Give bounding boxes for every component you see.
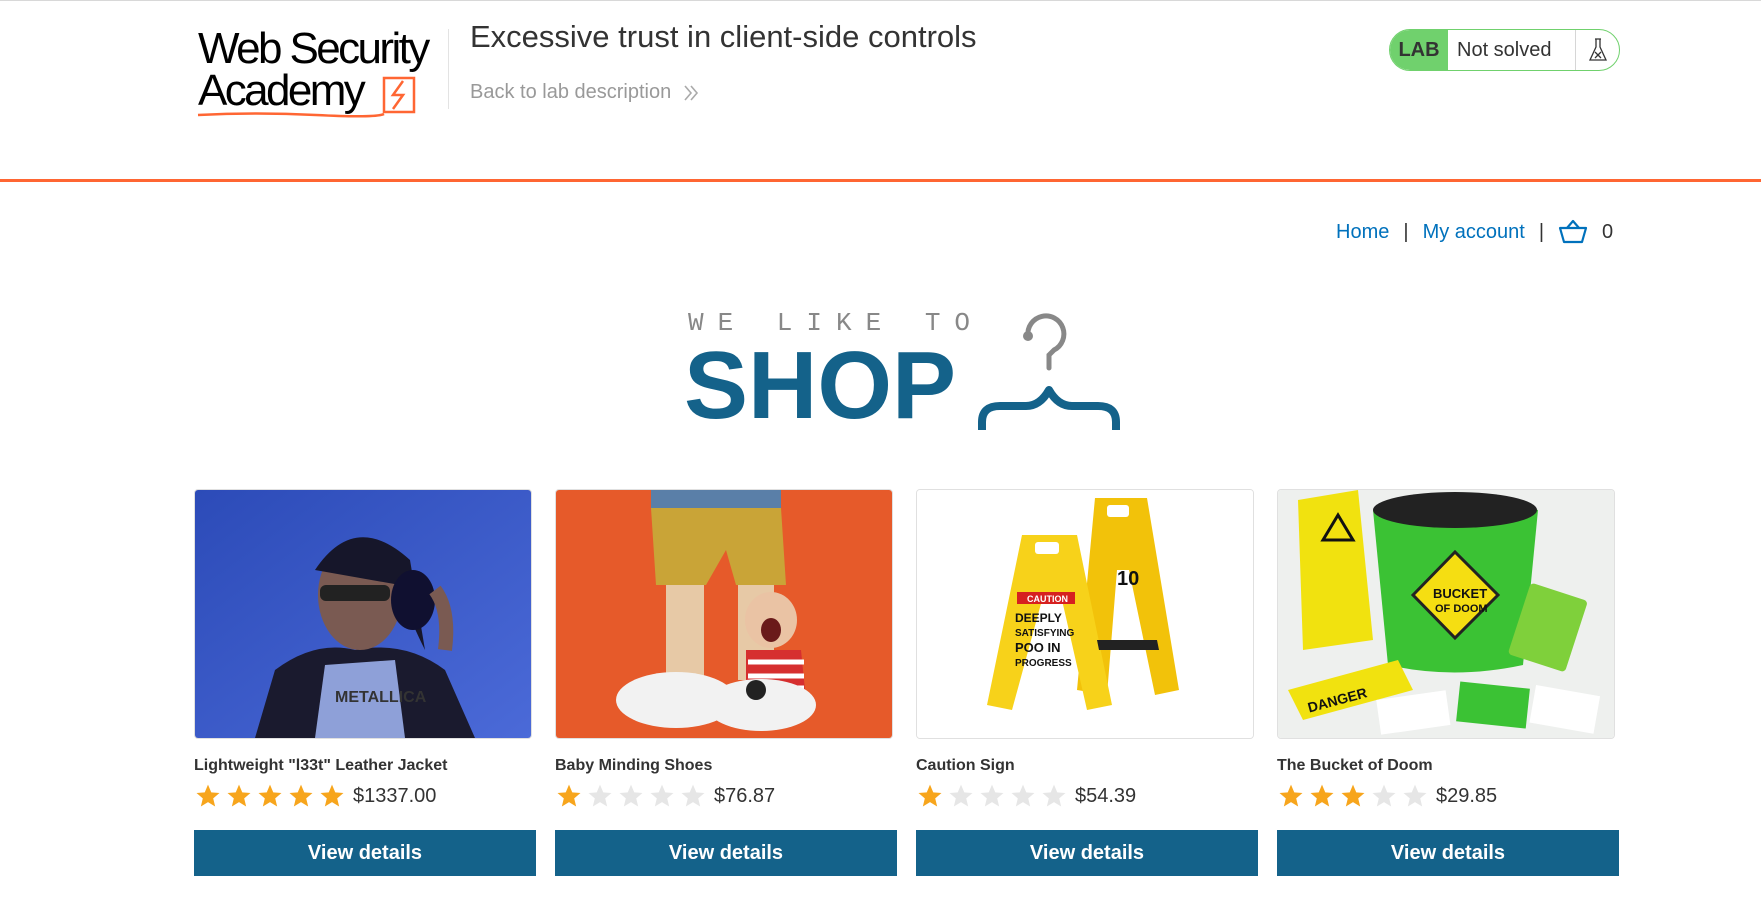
product-rating: $29.85 <box>1277 782 1497 810</box>
logo-underline-swoosh <box>197 112 385 118</box>
banner-title: SHOP <box>684 332 957 439</box>
cart-count: 0 <box>1602 220 1614 243</box>
product-rating: $1337.00 <box>194 782 436 810</box>
lab-header: Web Security Academy Excessive trust in … <box>0 1 1761 182</box>
star-filled-icon <box>318 782 346 810</box>
view-details-button[interactable]: View details <box>194 830 536 876</box>
product-card: BUCKET OF DOOM DANGER The Bucket of Doom… <box>1277 489 1619 876</box>
product-card: METALLICA Lightweight "l33t" Leather Jac… <box>194 489 536 876</box>
back-link-label: Back to lab description <box>470 81 672 103</box>
product-image-caution-sign[interactable]: CAUTION DEEPLY SATISFYING POO IN PROGRES… <box>916 489 1254 739</box>
nav-home-link[interactable]: Home <box>1336 221 1389 244</box>
svg-text:POO IN: POO IN <box>1015 640 1061 655</box>
star-empty-icon <box>1009 782 1037 810</box>
header-orange-rule <box>0 179 1761 182</box>
star-filled-icon <box>555 782 583 810</box>
product-card: CAUTION DEEPLY SATISFYING POO IN PROGRES… <box>916 489 1258 876</box>
star-empty-icon <box>947 782 975 810</box>
academy-logo[interactable]: Web Security Academy <box>196 27 448 119</box>
star-empty-icon <box>679 782 707 810</box>
logo-bolt-icon <box>382 76 416 114</box>
product-image-jacket[interactable]: METALLICA <box>194 489 532 739</box>
view-details-button[interactable]: View details <box>1277 830 1619 876</box>
svg-text:PROGRESS: PROGRESS <box>1015 658 1072 669</box>
svg-text:CAUTION: CAUTION <box>1027 594 1068 604</box>
product-rating: $76.87 <box>555 782 775 810</box>
star-empty-icon <box>648 782 676 810</box>
header-divider <box>448 29 449 109</box>
star-empty-icon <box>1401 782 1429 810</box>
flask-icon <box>1576 30 1619 70</box>
star-filled-icon <box>287 782 315 810</box>
product-price: $76.87 <box>714 784 776 807</box>
view-details-button[interactable]: View details <box>555 830 897 876</box>
star-filled-icon <box>1339 782 1367 810</box>
product-rating: $54.39 <box>916 782 1136 810</box>
cart-link[interactable]: 0 <box>1558 219 1613 245</box>
product-card: Baby Minding Shoes $76.87 View details <box>555 489 897 876</box>
product-image-baby-shoes[interactable] <box>555 489 893 739</box>
bucket-of-doom-photo: BUCKET OF DOOM DANGER <box>1278 490 1614 738</box>
back-to-description-link[interactable]: Back to lab description <box>470 81 699 104</box>
lab-status-widget: LAB Not solved <box>1389 29 1620 71</box>
product-image-bucket-of-doom[interactable]: BUCKET OF DOOM DANGER <box>1277 489 1615 739</box>
star-filled-icon <box>194 782 222 810</box>
logo-line2: Academy <box>198 66 366 115</box>
top-nav: Home | My account | 0 <box>1336 219 1613 245</box>
star-empty-icon <box>617 782 645 810</box>
shop-banner: WE LIKE TO SHOP <box>684 298 1129 434</box>
caution-sign-photo: CAUTION DEEPLY SATISFYING POO IN PROGRES… <box>917 490 1253 738</box>
star-empty-icon <box>1040 782 1068 810</box>
star-filled-icon <box>1277 782 1305 810</box>
product-price: $54.39 <box>1075 784 1137 807</box>
nav-separator: | <box>1403 220 1409 243</box>
double-chevron-right-icon <box>684 84 699 101</box>
lab-status-text: Not solved <box>1448 30 1576 70</box>
product-name: The Bucket of Doom <box>1277 757 1433 774</box>
basket-icon <box>1558 219 1588 244</box>
product-price: $1337.00 <box>353 784 437 807</box>
view-details-button[interactable]: View details <box>916 830 1258 876</box>
baby-shoes-photo <box>556 490 892 738</box>
product-name: Lightweight "l33t" Leather Jacket <box>194 757 448 774</box>
star-filled-icon <box>1308 782 1336 810</box>
svg-text:SATISFYING: SATISFYING <box>1015 628 1074 639</box>
nav-separator: | <box>1538 220 1545 243</box>
jacket-photo: METALLICA <box>195 490 531 738</box>
product-name: Baby Minding Shoes <box>555 757 713 774</box>
star-filled-icon <box>916 782 944 810</box>
product-price: $29.85 <box>1436 784 1498 807</box>
star-empty-icon <box>586 782 614 810</box>
svg-text:BUCKET: BUCKET <box>1433 586 1487 601</box>
svg-text:10: 10 <box>1117 568 1139 590</box>
svg-text:OF DOOM: OF DOOM <box>1435 603 1488 615</box>
svg-text:DEEPLY: DEEPLY <box>1015 611 1062 625</box>
hanger-icon <box>978 313 1120 430</box>
star-filled-icon <box>256 782 284 810</box>
logo-line1: Web Security <box>198 24 430 73</box>
lab-title: Excessive trust in client-side controls <box>470 19 977 54</box>
star-empty-icon <box>978 782 1006 810</box>
star-empty-icon <box>1370 782 1398 810</box>
star-filled-icon <box>225 782 253 810</box>
svg-text:METALLICA: METALLICA <box>335 689 427 706</box>
product-name: Caution Sign <box>916 757 1015 774</box>
lab-badge: LAB <box>1390 30 1448 70</box>
nav-my-account-link[interactable]: My account <box>1423 221 1525 244</box>
